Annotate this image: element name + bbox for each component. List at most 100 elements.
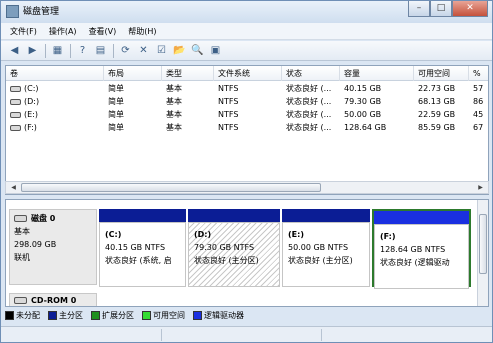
forward-icon[interactable]: ▶ [25,43,40,58]
partition-d[interactable]: (D:) 79.30 GB NTFS 状态良好 (主分区) [188,209,280,287]
console-tree-icon[interactable]: ▦ [50,43,65,58]
layout-cell: 简单 [108,110,124,119]
partition-size: 128.64 GB NTFS [380,245,446,254]
partition-body: (C:) 40.15 GB NTFS 状态良好 (系统, 启 [99,222,186,287]
status-bar [1,326,492,342]
help-icon[interactable]: ? [75,43,90,58]
cdrom-0-info[interactable]: CD-ROM 0 [9,293,97,306]
vertical-scrollbar[interactable] [477,200,488,306]
scrollbar-thumb[interactable] [479,214,487,274]
toolbar-separator [70,43,71,58]
status-cell: 状态良好 (... [286,110,332,119]
legend-label: 扩展分区 [102,311,134,320]
table-row[interactable]: (D:) 简单 基本 NTFS 状态良好 (... 79.30 GB 68.13… [6,95,488,108]
column-volume[interactable]: 卷 [6,66,104,81]
partition-status: 状态良好 (主分区) [194,256,259,265]
menu-action[interactable]: 操作(A) [49,23,77,40]
cdrom-name: CD-ROM 0 [31,296,77,305]
legend-item: 逻辑驱动器 [193,310,244,321]
partition-e[interactable]: (E:) 50.00 GB NTFS 状态良好 (主分区) [282,209,370,287]
status-separator [321,329,322,341]
table-row[interactable]: (C:) 简单 基本 NTFS 状态良好 (... 40.15 GB 22.73… [6,82,488,95]
disk-size: 298.09 GB [14,240,57,249]
legend-item: 未分配 [5,310,40,321]
type-cell: 基本 [166,97,182,106]
delete-icon[interactable]: ✕ [136,43,151,58]
legend-swatch [5,311,14,320]
menu-file[interactable]: 文件(F) [10,23,37,40]
scroll-right-icon[interactable]: ▶ [474,182,487,193]
disk-0-info[interactable]: 磁盘 0 基本 298.09 GB 联机 [9,209,97,285]
partition-color-bar [282,209,370,222]
legend-swatch [142,311,151,320]
scroll-left-icon[interactable]: ◀ [7,182,20,193]
volume-name: (F:) [24,123,37,132]
partition-volume: (E:) [288,230,304,239]
horizontal-scrollbar[interactable]: ◀ ▶ [5,181,489,194]
partition-status: 状态良好 (系统, 启 [105,256,172,265]
menu-view[interactable]: 查看(V) [89,23,117,40]
refresh-icon[interactable]: ⟳ [118,43,133,58]
column-type[interactable]: 类型 [162,66,214,81]
layout-cell: 简单 [108,97,124,106]
volume-name-cell: (D:) [6,95,104,108]
type-cell: 基本 [166,84,182,93]
legend-label: 未分配 [16,311,40,320]
column-percent[interactable]: % [469,66,488,81]
drive-icon [10,111,21,118]
disk-graphical-view: 磁盘 0 基本 298.09 GB 联机 (C:) 40.15 GB NTFS … [5,199,489,307]
status-cell: 状态良好 (... [286,97,332,106]
column-filesystem[interactable]: 文件系统 [214,66,282,81]
scrollbar-thumb[interactable] [21,183,321,192]
volume-name-cell: (C:) [6,82,104,95]
window-title: 磁盘管理 [23,7,60,17]
menu-bar: 文件(F) 操作(A) 查看(V) 帮助(H) [1,23,492,40]
open-folder-icon[interactable]: 📂 [172,43,187,58]
partition-size: 79.30 GB NTFS [194,243,255,252]
minimize-button[interactable]: – [408,1,430,17]
legend-label: 可用空间 [153,311,185,320]
legend-label: 逻辑驱动器 [204,311,244,320]
table-row[interactable]: (F:) 简单 基本 NTFS 状态良好 (... 128.64 GB 85.5… [6,121,488,134]
free-space-cell: 22.59 GB [418,110,456,119]
column-capacity[interactable]: 容量 [340,66,414,81]
maximize-button[interactable]: □ [430,1,452,17]
table-row[interactable]: (E:) 简单 基本 NTFS 状态良好 (... 50.00 GB 22.59… [6,108,488,121]
layout-cell: 简单 [108,123,124,132]
partition-body: (D:) 79.30 GB NTFS 状态良好 (主分区) [188,222,280,287]
toolbar-separator [45,43,46,58]
column-free-space[interactable]: 可用空间 [414,66,469,81]
percent-cell: 57 [473,84,484,93]
drive-icon [10,124,21,131]
menu-help[interactable]: 帮助(H) [128,23,156,40]
properties-icon[interactable]: ▤ [93,43,108,58]
column-layout[interactable]: 布局 [104,66,162,81]
status-cell: 状态良好 (... [286,84,332,93]
capacity-cell: 40.15 GB [344,84,382,93]
partition-volume: (D:) [194,230,212,239]
disk-name: 磁盘 0 [31,214,56,223]
volume-list-header: 卷 布局 类型 文件系统 状态 容量 可用空间 % [6,66,488,81]
filesystem-cell: NTFS [218,84,239,93]
back-icon[interactable]: ◀ [7,43,22,58]
volume-name-cell: (E:) [6,108,104,121]
partition-size: 40.15 GB NTFS [105,243,166,252]
drive-icon [10,85,21,92]
view-icon[interactable]: ▣ [208,43,223,58]
status-separator [161,329,162,341]
volume-list: 卷 布局 类型 文件系统 状态 容量 可用空间 % (C:) 简单 基本 NTF… [5,65,489,195]
check-icon[interactable]: ☑ [154,43,169,58]
column-status[interactable]: 状态 [282,66,340,81]
cdrom-icon [14,297,27,304]
legend-swatch [91,311,100,320]
disk-state: 联机 [14,253,30,262]
disk-icon [14,215,27,222]
toolbar-separator [113,43,114,58]
type-cell: 基本 [166,123,182,132]
filesystem-cell: NTFS [218,123,239,132]
close-button[interactable]: ✕ [452,1,488,17]
partition-f[interactable]: (F:) 128.64 GB NTFS 状态良好 (逻辑驱动 [372,209,471,289]
search-icon[interactable]: 🔍 [190,43,205,58]
partition-c[interactable]: (C:) 40.15 GB NTFS 状态良好 (系统, 启 [99,209,186,287]
free-space-cell: 22.73 GB [418,84,456,93]
